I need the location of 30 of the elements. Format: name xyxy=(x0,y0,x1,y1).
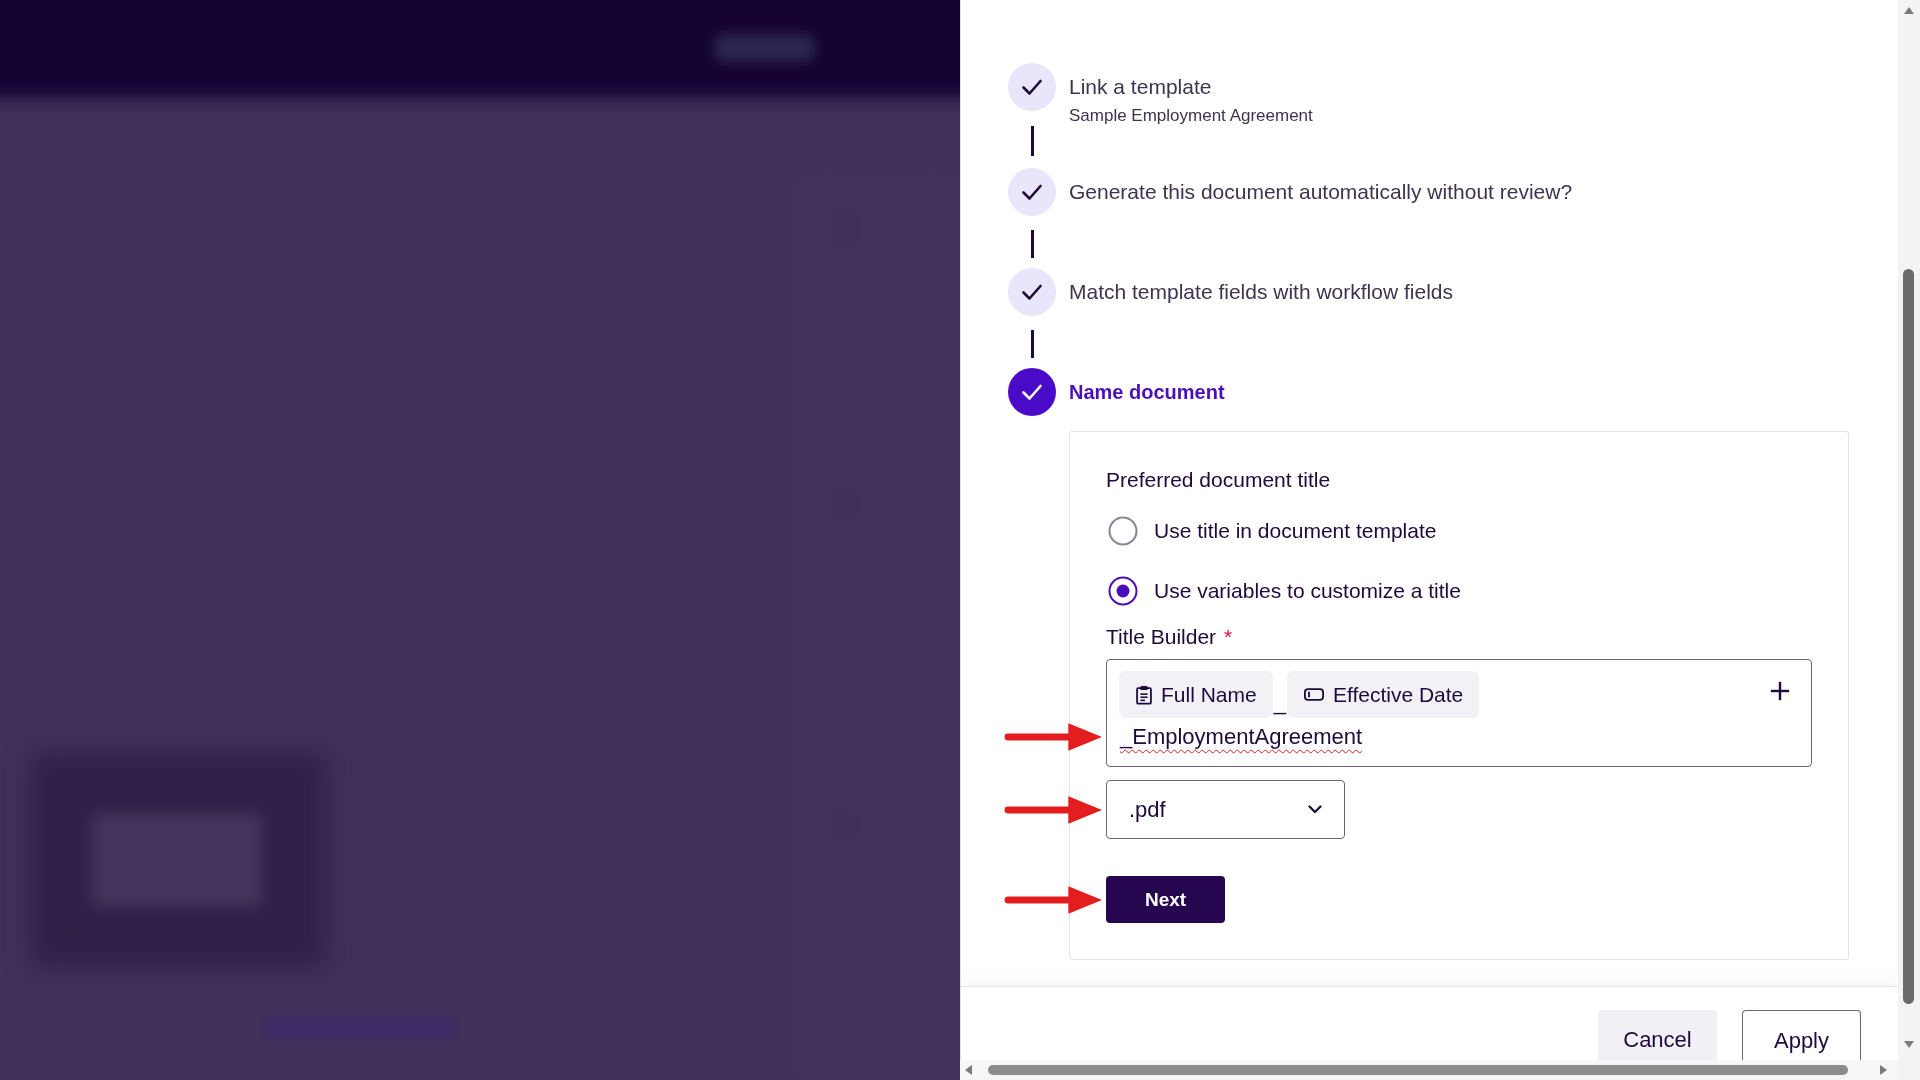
file-type-select[interactable]: .pdf xyxy=(1106,780,1345,839)
step-connector xyxy=(1030,126,1034,156)
apply-button[interactable]: Apply xyxy=(1742,1010,1861,1060)
section-heading: Preferred document title xyxy=(1106,468,1331,492)
radio-button[interactable] xyxy=(1108,516,1138,546)
step-connector xyxy=(1030,330,1034,358)
step-title: Match template fields with workflow fields xyxy=(1069,279,1453,305)
plus-icon xyxy=(1769,680,1791,702)
option-label[interactable]: Use variables to customize a title xyxy=(1154,579,1461,603)
step-subtitle: Sample Employment Agreement xyxy=(1069,106,1313,126)
vertical-scrollbar[interactable] xyxy=(1898,0,1920,1080)
step-title: Name document xyxy=(1069,380,1225,405)
cancel-button[interactable]: Cancel xyxy=(1598,1010,1717,1060)
next-button[interactable]: Next xyxy=(1106,876,1225,923)
chevron-down-icon xyxy=(1308,805,1322,814)
horizontal-scrollbar[interactable] xyxy=(960,1060,1898,1080)
field-label: Title Builder xyxy=(1106,625,1217,649)
clipboard-icon xyxy=(1136,684,1152,705)
step-title: Generate this document automatically without review? xyxy=(1069,179,1573,205)
title-text: _EmploymentAgreement xyxy=(1119,723,1364,751)
variable-chip[interactable]: Full Name xyxy=(1119,671,1273,718)
title-text: _ xyxy=(1272,689,1287,717)
option-label[interactable]: Use title in document template xyxy=(1154,519,1437,543)
add-variable-button[interactable] xyxy=(1769,680,1791,702)
variable-chip[interactable]: Effective Date xyxy=(1286,671,1480,718)
text-input-icon xyxy=(1303,688,1324,701)
step-connector xyxy=(1030,230,1034,258)
radio-button[interactable] xyxy=(1108,576,1138,606)
required-asterisk: * xyxy=(1224,625,1233,649)
step-title: Link a template xyxy=(1069,74,1212,100)
